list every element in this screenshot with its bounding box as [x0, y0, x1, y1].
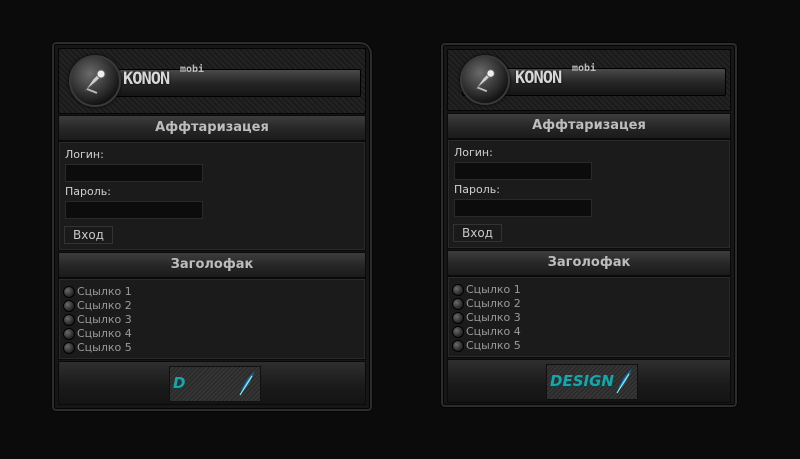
panel-header: KONON mobi: [447, 49, 731, 111]
link-4[interactable]: Сцылко 4: [77, 327, 132, 341]
list-item: Сцылко 3: [63, 313, 132, 327]
list-item: Сцылко 2: [63, 299, 132, 313]
password-input[interactable]: [65, 201, 203, 219]
feather-icon: [239, 371, 255, 396]
gramophone-icon: [460, 55, 510, 105]
login-panel-right: KONON mobi Аффтаризацея Логин: Пароль: В…: [441, 43, 737, 407]
brand-suffix: mobi: [180, 64, 205, 75]
radio-bullet-icon: [452, 298, 464, 310]
panel-header: KONON mobi: [58, 48, 366, 114]
links-title: Заголофак: [58, 252, 366, 278]
link-5[interactable]: Сцылко 5: [466, 339, 521, 353]
link-3[interactable]: Сцылко 3: [77, 313, 132, 327]
banner-text: DESIGN: [550, 372, 614, 390]
feather-icon: [616, 369, 632, 394]
list-item: Сцылко 3: [452, 311, 521, 325]
password-label: Пароль:: [454, 183, 500, 196]
link-5[interactable]: Сцылко 5: [77, 341, 132, 355]
login-input[interactable]: [454, 162, 592, 180]
auth-title: Аффтаризацея: [447, 113, 731, 139]
design-banner[interactable]: DESIGN: [546, 364, 638, 400]
link-4[interactable]: Сцылко 4: [466, 325, 521, 339]
links-title: Заголофак: [447, 250, 731, 276]
login-form: Логин: Пароль: Вход: [58, 141, 366, 251]
password-input[interactable]: [454, 199, 592, 217]
list-item: Сцылко 1: [452, 283, 521, 297]
list-item: Сцылко 4: [63, 327, 132, 341]
login-label: Логин:: [65, 148, 104, 161]
links-list-box: Сцылко 1 Сцылко 2 Сцылко 3 Сцылко 4 Сцыл…: [58, 278, 366, 360]
login-submit-button[interactable]: Вход: [453, 224, 502, 242]
footer-bar: DESIGN: [447, 359, 731, 403]
radio-bullet-icon: [63, 300, 75, 312]
radio-bullet-icon: [452, 326, 464, 338]
links-list-box: Сцылко 1 Сцылко 2 Сцылко 3 Сцылко 4 Сцыл…: [447, 276, 731, 358]
login-label: Логин:: [454, 146, 493, 159]
banner-text: D: [173, 374, 186, 392]
links-list: Сцылко 1 Сцылко 2 Сцылко 3 Сцылко 4 Сцыл…: [63, 285, 132, 355]
login-panel-left: KONON mobi Аффтаризацея Логин: Пароль: В…: [52, 42, 372, 411]
radio-bullet-icon: [452, 340, 464, 352]
password-label: Пароль:: [65, 185, 111, 198]
link-2[interactable]: Сцылко 2: [77, 299, 132, 313]
radio-bullet-icon: [63, 328, 75, 340]
gramophone-icon: [69, 55, 121, 107]
list-item: Сцылко 5: [452, 339, 521, 353]
radio-bullet-icon: [63, 286, 75, 298]
brand-suffix: mobi: [572, 63, 597, 74]
auth-title: Аффтаризацея: [58, 115, 366, 141]
login-submit-button[interactable]: Вход: [64, 226, 113, 244]
brand-name: KONON: [515, 68, 562, 88]
list-item: Сцылко 5: [63, 341, 132, 355]
radio-bullet-icon: [452, 312, 464, 324]
list-item: Сцылко 4: [452, 325, 521, 339]
login-form: Логин: Пароль: Вход: [447, 139, 731, 249]
radio-bullet-icon: [63, 314, 75, 326]
link-2[interactable]: Сцылко 2: [466, 297, 521, 311]
link-1[interactable]: Сцылко 1: [77, 285, 132, 299]
brand-name: KONON: [123, 69, 170, 89]
list-item: Сцылко 2: [452, 297, 521, 311]
link-3[interactable]: Сцылко 3: [466, 311, 521, 325]
radio-bullet-icon: [63, 342, 75, 354]
footer-bar: D: [58, 361, 366, 405]
radio-bullet-icon: [452, 284, 464, 296]
design-banner[interactable]: D: [169, 366, 261, 402]
login-input[interactable]: [65, 164, 203, 182]
link-1[interactable]: Сцылко 1: [466, 283, 521, 297]
links-list: Сцылко 1 Сцылко 2 Сцылко 3 Сцылко 4 Сцыл…: [452, 283, 521, 353]
list-item: Сцылко 1: [63, 285, 132, 299]
